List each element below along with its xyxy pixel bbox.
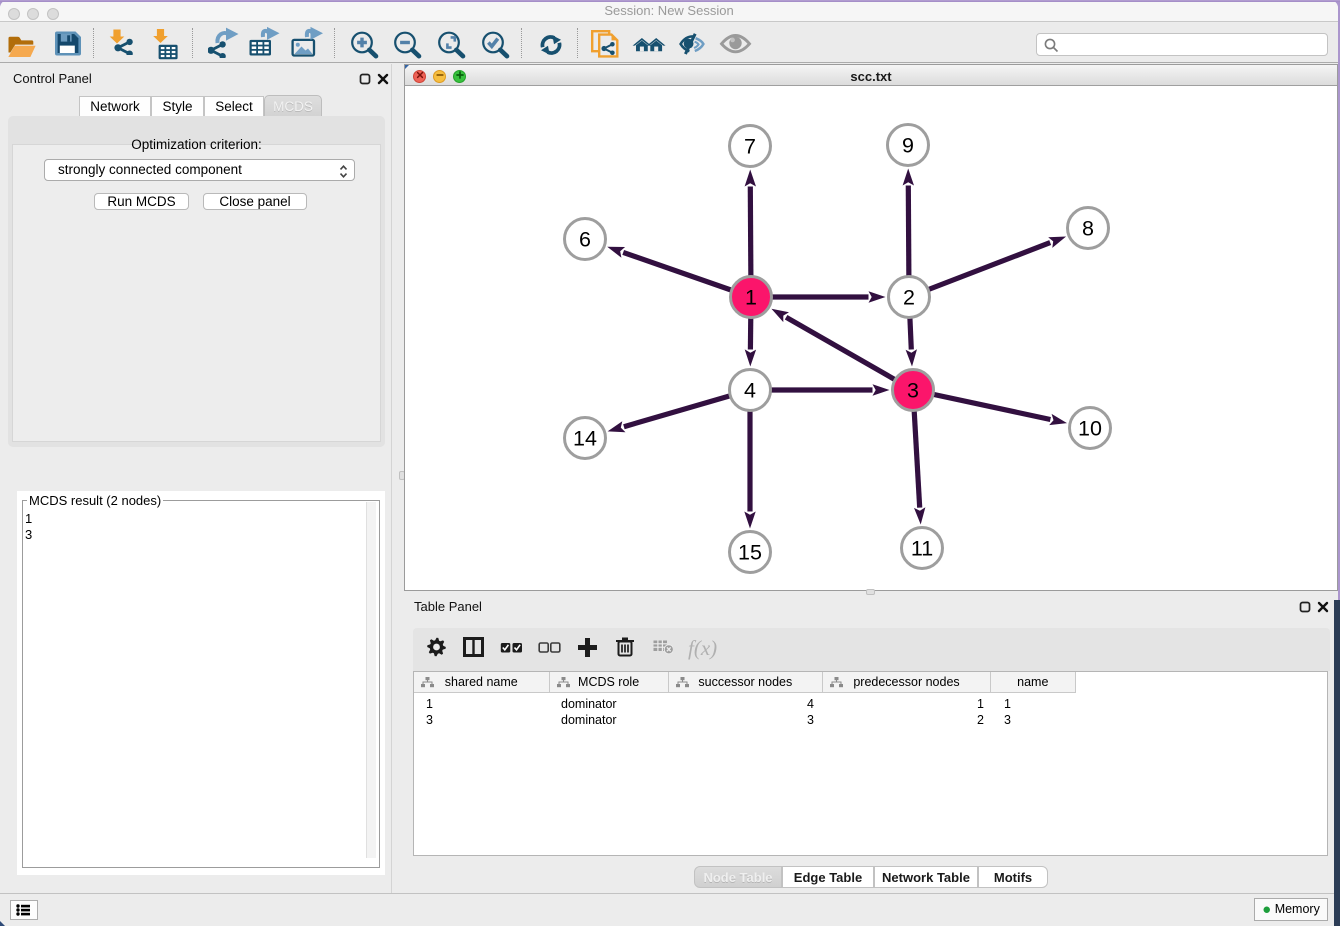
- svg-text:4: 4: [744, 379, 756, 403]
- svg-text:9: 9: [902, 134, 914, 158]
- svg-text:7: 7: [744, 135, 756, 159]
- svg-text:14: 14: [573, 427, 597, 451]
- svg-text:11: 11: [911, 537, 933, 561]
- svg-text:1: 1: [745, 286, 757, 310]
- svg-text:6: 6: [579, 228, 591, 252]
- svg-text:15: 15: [738, 541, 762, 565]
- svg-text:2: 2: [903, 286, 915, 310]
- svg-text:10: 10: [1078, 417, 1102, 441]
- svg-text:8: 8: [1082, 217, 1094, 241]
- svg-text:3: 3: [907, 379, 919, 403]
